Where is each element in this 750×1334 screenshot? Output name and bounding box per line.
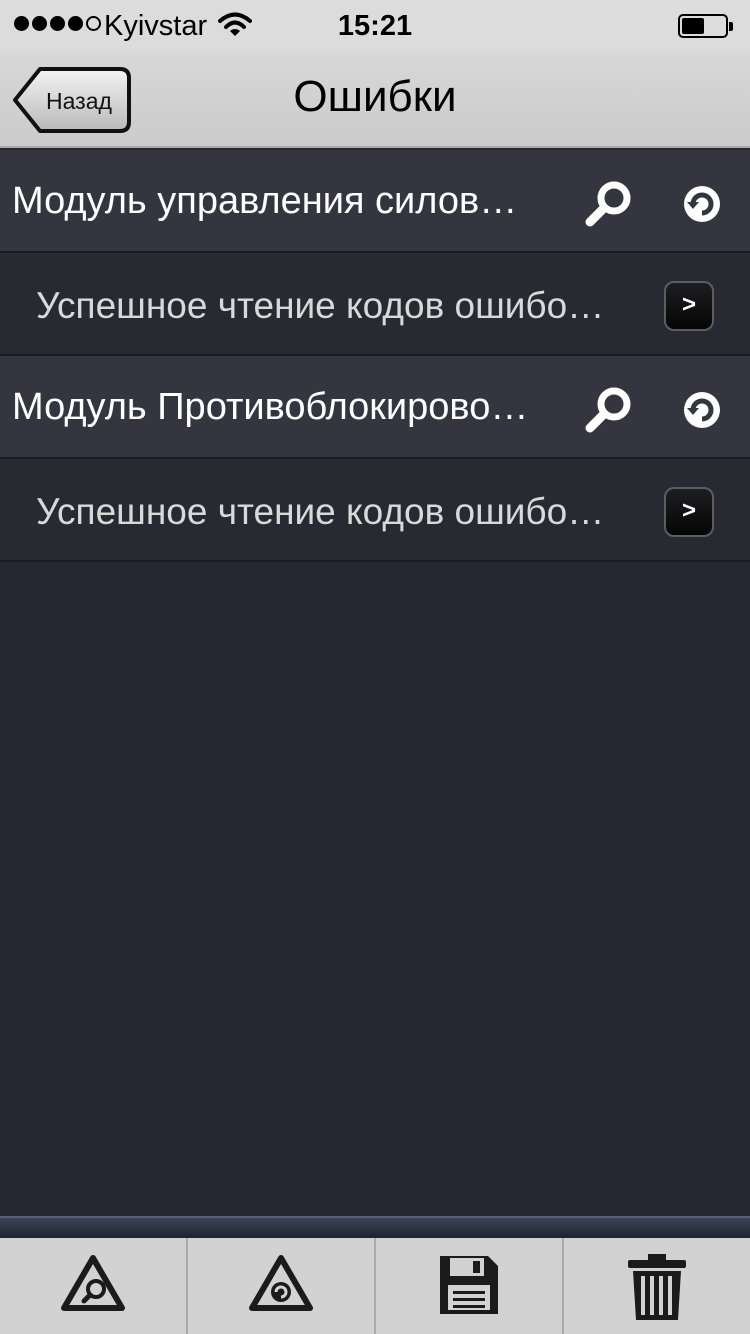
battery-icon — [678, 14, 733, 38]
detail-button[interactable]: > — [664, 281, 714, 331]
status-time: 15:21 — [337, 10, 413, 42]
search-button[interactable] — [582, 178, 638, 230]
bottom-toolbar — [0, 1238, 750, 1334]
error-module-list: Модуль управления силов… Успешное чтение… — [0, 150, 750, 562]
page-title: Ошибки — [293, 72, 457, 121]
result-text: Успешное чтение кодов ошибо… — [36, 491, 605, 532]
result-row[interactable]: Успешное чтение кодов ошибо… > — [0, 459, 750, 562]
chevron-right-icon: > — [681, 497, 696, 524]
module-title: Модуль Противоблокирово… — [12, 386, 529, 428]
search-warning-icon — [61, 1255, 125, 1311]
result-row[interactable]: Успешное чтение кодов ошибо… > — [0, 253, 750, 356]
clear-all-button[interactable] — [188, 1238, 376, 1334]
refresh-warning-icon — [249, 1255, 313, 1311]
search-icon — [585, 181, 631, 227]
module-row: Модуль Противоблокирово… — [0, 356, 750, 459]
module-row: Модуль управления силов… — [0, 150, 750, 253]
status-bar: Kyivstar 15:21 — [0, 0, 750, 50]
navigation-bar: Назад Ошибки — [0, 50, 750, 148]
detail-button[interactable]: > — [664, 487, 714, 537]
save-icon — [440, 1256, 498, 1314]
refresh-icon — [684, 392, 720, 428]
module-title: Модуль управления силов… — [12, 180, 518, 222]
scan-all-button[interactable] — [0, 1238, 188, 1334]
trash-icon — [628, 1254, 686, 1320]
result-text: Успешное чтение кодов ошибо… — [36, 285, 605, 326]
save-button[interactable] — [376, 1238, 564, 1334]
search-icon — [585, 387, 631, 433]
delete-button[interactable] — [564, 1238, 750, 1334]
search-button[interactable] — [582, 384, 638, 436]
refresh-icon — [684, 186, 720, 222]
refresh-button[interactable] — [676, 384, 732, 436]
refresh-button[interactable] — [676, 178, 732, 230]
toolbar-divider — [0, 1216, 750, 1238]
chevron-right-icon: > — [681, 291, 696, 318]
